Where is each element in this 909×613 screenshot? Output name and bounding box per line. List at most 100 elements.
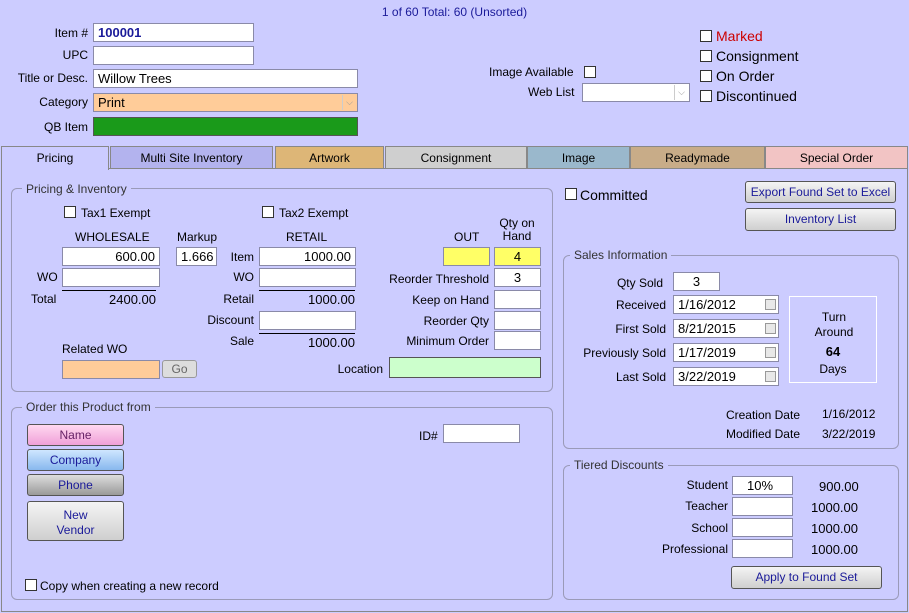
web-list-select[interactable]: ⌵ [582, 83, 690, 102]
days-label: Days [819, 362, 847, 376]
minimum-order-field[interactable] [494, 331, 541, 350]
related-wo-field[interactable] [62, 360, 160, 379]
consignment-checkbox[interactable] [700, 50, 712, 62]
tab-readymade[interactable]: Readymade [630, 146, 765, 169]
tier-label-teacher: Teacher [685, 499, 728, 513]
committed-label: Committed [580, 187, 648, 203]
last-sold-date: 3/22/2019 [678, 369, 736, 384]
phone-button[interactable]: Phone [27, 474, 124, 496]
retail-wo-field[interactable] [259, 268, 356, 287]
retail-wo-label: WO [233, 270, 254, 284]
creation-date-label: Creation Date [725, 408, 800, 422]
modified-date-label: Modified Date [725, 427, 800, 441]
reorder-threshold-label: Reorder Threshold [389, 272, 489, 286]
committed-checkbox[interactable] [565, 188, 577, 200]
keep-on-hand-field[interactable] [494, 290, 541, 309]
location-field[interactable] [389, 357, 541, 378]
inventory-list-button[interactable]: Inventory List [745, 208, 896, 231]
modified-date-value: 3/22/2019 [822, 427, 876, 441]
discontinued-checkbox[interactable] [700, 90, 712, 102]
consignment-label: Consignment [716, 48, 799, 64]
tier-pct-school[interactable] [732, 518, 793, 537]
export-excel-button[interactable]: Export Found Set to Excel [745, 181, 896, 203]
previously-sold-date-field[interactable]: 1/17/2019 [673, 343, 779, 362]
reorder-qty-field[interactable] [494, 311, 541, 330]
company-button[interactable]: Company [27, 449, 124, 471]
minimum-order-label: Minimum Order [406, 334, 489, 348]
tier-pct-teacher[interactable] [732, 497, 793, 516]
received-date-field[interactable]: 1/16/2012 [673, 295, 779, 314]
out-header: OUT [454, 230, 480, 244]
tier-label-professional: Professional [661, 542, 728, 556]
tax1-exempt-label: Tax1 Exempt [81, 206, 151, 220]
turn-around-value: 64 [825, 344, 841, 359]
record-status: 1 of 60 Total: 60 (Unsorted) [381, 5, 528, 19]
last-sold-date-field[interactable]: 3/22/2019 [673, 367, 779, 386]
upc-label: UPC [62, 48, 88, 62]
calendar-icon[interactable] [765, 299, 776, 310]
copy-new-record-checkbox[interactable] [25, 579, 37, 591]
wholesale-price-field[interactable]: 600.00 [62, 247, 160, 266]
tier-label-student: Student [686, 478, 728, 492]
wholesale-header: WHOLESALE [75, 230, 150, 244]
image-available-checkbox[interactable] [584, 66, 596, 78]
previously-sold-date: 1/17/2019 [678, 345, 736, 360]
item-number-label: Item # [54, 26, 88, 40]
tier-label-school: School [691, 521, 728, 535]
image-available-label: Image Available [489, 65, 574, 79]
calendar-icon[interactable] [765, 323, 776, 334]
tab-pricing[interactable]: Pricing [1, 146, 109, 170]
name-button[interactable]: Name [27, 424, 124, 446]
location-label: Location [337, 362, 383, 376]
retail-price-field[interactable]: 1000.00 [259, 247, 356, 266]
first-sold-label: First Sold [615, 322, 666, 336]
on-order-checkbox[interactable] [700, 70, 712, 82]
turn-around-box: Turn Around 64 Days [789, 296, 877, 383]
tax2-exempt-checkbox[interactable] [262, 206, 274, 218]
out-field[interactable] [443, 247, 490, 266]
wo-label: WO [37, 270, 58, 284]
creation-date-value: 1/16/2012 [822, 407, 876, 421]
calendar-icon[interactable] [765, 371, 776, 382]
turn-around-label: Turn Around [814, 310, 854, 339]
copy-new-record-label: Copy when creating a new record [40, 579, 219, 593]
tab-special-order[interactable]: Special Order [765, 146, 908, 169]
tab-consignment[interactable]: Consignment [385, 146, 527, 169]
go-button[interactable]: Go [162, 360, 197, 378]
id-label: ID# [419, 429, 438, 443]
chevron-down-icon[interactable]: ⌵ [674, 85, 688, 100]
wholesale-wo-field[interactable] [62, 268, 160, 287]
category-select[interactable]: Print ⌵ [93, 93, 358, 112]
first-sold-date: 8/21/2015 [678, 321, 736, 336]
chevron-down-icon[interactable]: ⌵ [342, 95, 356, 110]
first-sold-date-field[interactable]: 8/21/2015 [673, 319, 779, 338]
id-field[interactable] [443, 424, 520, 443]
qb-item-field[interactable] [93, 117, 358, 136]
tier-pct-student[interactable]: 10% [732, 476, 793, 495]
tab-image[interactable]: Image [527, 146, 630, 169]
wholesale-total: 2400.00 [62, 290, 156, 307]
web-list-label: Web List [528, 85, 575, 99]
retail-header: RETAIL [286, 230, 328, 244]
discount-label: Discount [207, 313, 254, 327]
previously-sold-label: Previously Sold [583, 346, 666, 360]
tab-multi-site-inventory[interactable]: Multi Site Inventory [110, 146, 273, 169]
tax1-exempt-checkbox[interactable] [64, 206, 76, 218]
title-field[interactable]: Willow Trees [93, 69, 358, 88]
tiered-discounts-title: Tiered Discounts [570, 458, 668, 472]
marked-checkbox[interactable] [700, 30, 712, 42]
category-value: Print [98, 95, 125, 110]
apply-found-set-button[interactable]: Apply to Found Set [731, 566, 882, 589]
qty-on-hand-header: Qty on Hand [499, 216, 535, 243]
qty-on-hand-field[interactable]: 4 [494, 247, 541, 266]
calendar-icon[interactable] [765, 347, 776, 358]
upc-field[interactable] [93, 46, 254, 65]
tier-pct-professional[interactable] [732, 539, 793, 558]
sales-information-title: Sales Information [570, 248, 672, 262]
discount-field[interactable] [259, 311, 356, 330]
tab-artwork[interactable]: Artwork [275, 146, 384, 169]
reorder-threshold-field[interactable]: 3 [494, 268, 541, 287]
new-vendor-button[interactable]: New Vendor [27, 501, 124, 541]
qty-sold-field[interactable]: 3 [673, 272, 720, 291]
item-number-field[interactable]: 100001 [93, 23, 254, 42]
